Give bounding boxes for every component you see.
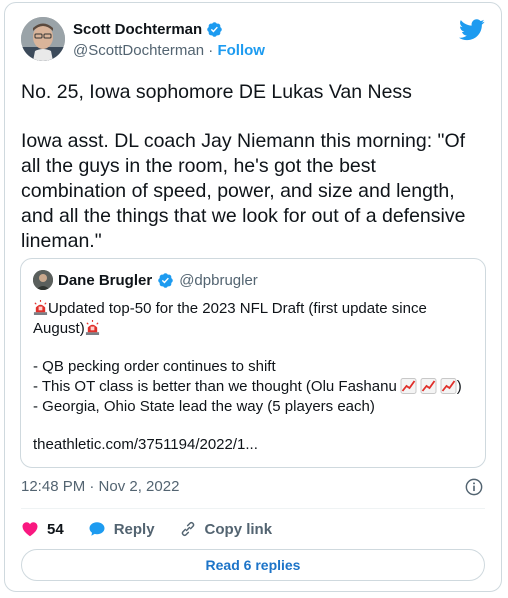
tweet-text-line: Iowa asst. DL coach Jay Niemann this mor…	[21, 130, 466, 152]
chart-increasing-icon	[420, 378, 437, 394]
quoted-text-line: Updated top-50 for the 2023 NFL Draft (f…	[33, 299, 427, 319]
info-icon[interactable]	[465, 478, 483, 496]
quoted-author-handle: @dpbrugler	[179, 271, 258, 289]
tweet-text-paragraph: Iowa asst. DL coach Jay Niemann this mor…	[21, 129, 485, 254]
tweet-timestamp[interactable]: 12:48 PM · Nov 2, 2022	[21, 478, 179, 495]
police-light-icon	[33, 300, 48, 315]
link-icon	[181, 521, 194, 537]
quoted-bullet: - This OT class is better than we though…	[33, 377, 462, 397]
follow-button[interactable]: Follow	[217, 42, 265, 59]
quoted-bullet: - QB pecking order continues to shift	[33, 358, 276, 375]
quoted-link[interactable]: theathletic.com/3751194/2022/1...	[33, 435, 258, 455]
quoted-line2: August)	[33, 320, 85, 337]
action-bar: 54 Reply Copy link	[21, 518, 296, 540]
tweet-text-line: lineman."	[21, 230, 102, 252]
tweet-text-line: combination of speed, power, and size an…	[21, 180, 455, 202]
author-name[interactable]: Scott Dochterman	[73, 21, 202, 38]
reply-button[interactable]: Reply	[88, 520, 155, 538]
quoted-bullet-close: )	[456, 378, 462, 395]
reply-bubble-icon	[89, 522, 105, 536]
tweet-text-line: and all the things that we look for out …	[21, 205, 466, 227]
twitter-bird-icon[interactable]	[459, 19, 485, 41]
like-count: 54	[47, 520, 64, 538]
verified-badge-icon	[207, 22, 222, 37]
handle-row: @ScottDochterman · Follow	[73, 42, 265, 59]
copy-link-button[interactable]: Copy link	[179, 520, 273, 538]
chart-increasing-icon	[440, 378, 457, 394]
author-handle[interactable]: @ScottDochterman	[73, 42, 204, 59]
tweet-text-line1: No. 25, Iowa sophomore DE Lukas Van Ness	[21, 81, 412, 103]
heart-icon	[22, 522, 38, 537]
tweet-card: Scott Dochterman @ScottDochterman · Foll…	[4, 2, 502, 592]
quoted-tweet[interactable]: Dane Brugler @dpbrugler Updated top-50 f…	[20, 258, 486, 468]
verified-badge-icon	[158, 272, 173, 288]
chart-increasing-icon	[400, 378, 417, 394]
quoted-text-line: August)	[33, 319, 100, 339]
copy-link-label: Copy link	[204, 520, 273, 538]
quoted-header: Dane Brugler @dpbrugler	[33, 270, 258, 290]
quoted-avatar	[33, 270, 53, 290]
divider	[21, 508, 485, 509]
author-avatar[interactable]	[21, 17, 65, 61]
quoted-bullet: - Georgia, Ohio State lead the way (5 pl…	[33, 398, 375, 415]
author-name-row[interactable]: Scott Dochterman	[73, 21, 223, 38]
quoted-author-name: Dane Brugler	[58, 271, 153, 289]
reply-label: Reply	[113, 520, 155, 538]
police-light-icon	[85, 320, 99, 335]
like-button[interactable]: 54	[21, 520, 64, 538]
read-replies-button[interactable]: Read 6 replies	[21, 549, 485, 581]
quoted-bullet-text: - This OT class is better than we though…	[33, 378, 397, 395]
tweet-text-line: all the guys in the room, he's got the b…	[21, 155, 376, 177]
separator-dot: ·	[208, 42, 214, 59]
quoted-line1: Updated top-50 for the 2023 NFL Draft (f…	[48, 300, 427, 317]
tweet-header: Scott Dochterman @ScottDochterman · Foll…	[21, 17, 485, 65]
